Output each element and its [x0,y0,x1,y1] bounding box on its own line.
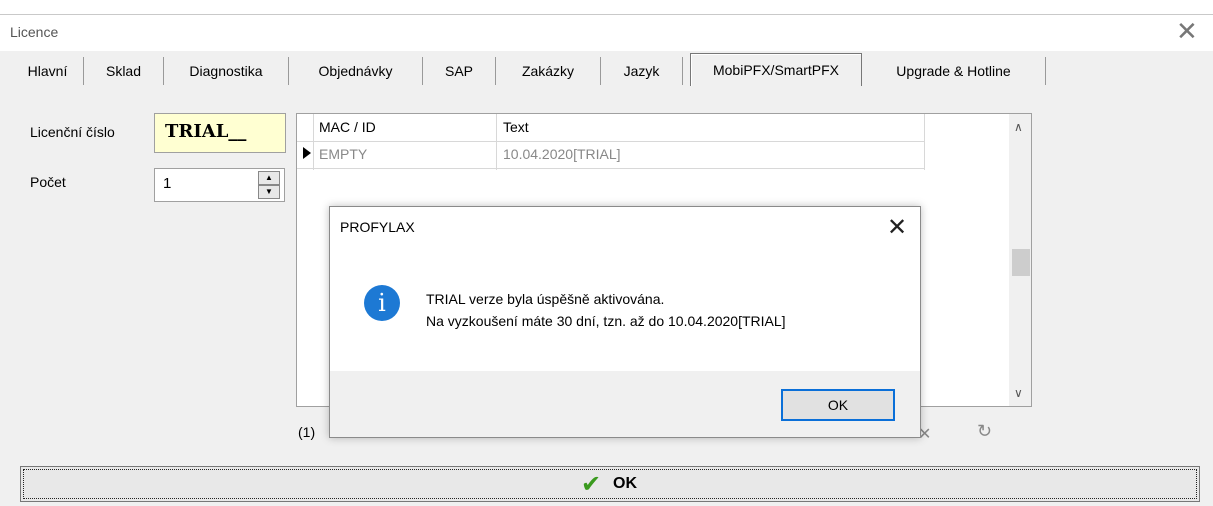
tab-diagnostika[interactable]: Diagnostika [164,57,289,85]
tab-bar: Hlavní Sklad Diagnostika Objednávky SAP … [0,52,1213,92]
title-bar: Licence ✕ [0,14,1213,51]
grid-header: MAC / ID Text [297,114,925,142]
tab-hlavni[interactable]: Hlavní [12,57,84,85]
checkmark-icon: ✔ [581,470,602,498]
dialog-message-line1: TRIAL verze byla úspěšně aktivována. [426,291,665,307]
column-header-text[interactable]: Text [503,119,529,135]
background-window-strip [0,0,1213,14]
dialog-close-icon[interactable]: ✕ [887,213,907,241]
dialog-footer: OK [330,371,920,437]
column-header-mac-id[interactable]: MAC / ID [319,119,376,135]
ok-button-label: OK [613,475,637,492]
close-icon[interactable]: ✕ [1176,18,1198,46]
scroll-up-icon[interactable]: ∧ [1014,120,1023,134]
tab-zakazky[interactable]: Zakázky [496,57,601,85]
tab-sklad[interactable]: Sklad [84,57,164,85]
tab-mobipfx-smartpfx[interactable]: MobiPFX/SmartPFX [690,53,862,86]
ok-button[interactable]: ✔ OK [20,466,1200,502]
licence-number-value: TRIAL__ [165,121,247,142]
info-icon: i [364,285,400,321]
count-stepper[interactable]: ▲ ▼ [258,169,282,201]
row-indicator-icon [303,147,311,159]
record-count: (1) [298,424,316,440]
refresh-icon[interactable]: ↻ [977,421,992,442]
stepper-up-icon[interactable]: ▲ [258,171,280,185]
dialog-ok-button[interactable]: OK [781,389,895,421]
table-row[interactable]: EMPTY 10.04.2020[TRIAL] [297,141,925,169]
tab-jazyk[interactable]: Jazyk [601,57,683,85]
cell-text: 10.04.2020[TRIAL] [503,146,621,162]
dialog-title: PROFYLAX [340,219,415,235]
count-value: 1 [163,175,172,192]
tab-objednavky[interactable]: Objednávky [289,57,423,85]
scroll-down-icon[interactable]: ∨ [1014,386,1023,400]
tab-sap[interactable]: SAP [423,57,496,85]
stepper-down-icon[interactable]: ▼ [258,185,280,199]
cell-mac-id: EMPTY [319,146,368,162]
licence-number-field[interactable]: TRIAL__ [154,113,286,153]
dialog-message-line2: Na vyzkoušení máte 30 dní, tzn. až do 10… [426,313,786,329]
vertical-scrollbar[interactable]: ∧ ∨ [1009,114,1031,406]
message-dialog: PROFYLAX ✕ i TRIAL verze byla úspěšně ak… [329,206,921,438]
count-label: Počet [30,174,66,190]
scrollbar-thumb[interactable] [1012,249,1030,276]
window-title: Licence [10,24,59,40]
focus-outline [23,469,1197,499]
licence-number-label: Licenční číslo [30,124,115,140]
tab-upgrade-hotline[interactable]: Upgrade & Hotline [862,57,1046,85]
